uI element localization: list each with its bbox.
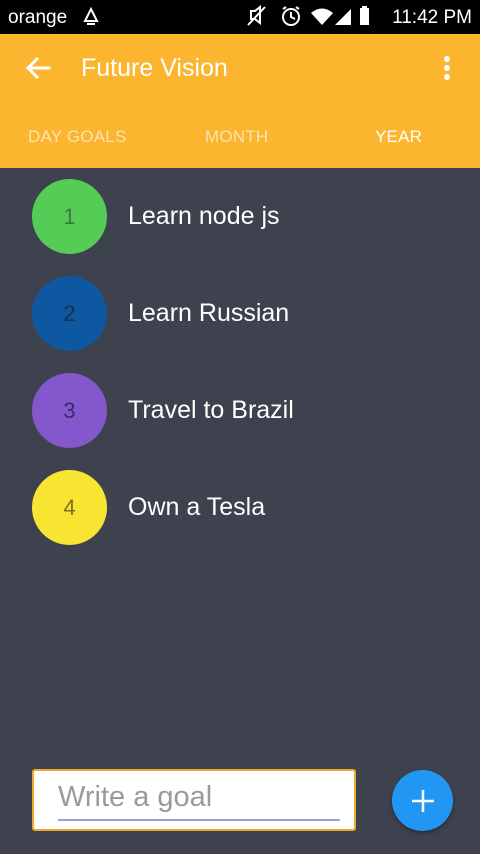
goal-text: Learn node js [128,202,280,230]
wifi-icon [311,8,333,25]
arrow-left-icon [25,56,51,80]
tab-bar: DAY GOALS MONTH YEAR [0,118,480,158]
back-button[interactable] [22,52,54,84]
goal-text: Learn Russian [128,299,290,327]
battery-icon [360,6,369,25]
goal-item-3[interactable]: 3 Travel to Brazil [0,362,480,459]
goal-number-badge: 4 [32,470,107,545]
signal-icon [335,9,351,25]
goal-text: Own a Tesla [128,493,266,521]
goal-number: 2 [63,300,76,326]
goal-input[interactable] [58,779,340,815]
app-bar: Future Vision DAY GOALS MONTH YEAR [0,34,480,168]
add-goal-button[interactable] [392,770,453,831]
tab-year[interactable]: YEAR [375,126,422,148]
status-bar: orange 11:42 PM [0,0,480,34]
goal-item-4[interactable]: 4 Own a Tesla [0,459,480,556]
more-vertical-icon [444,56,450,80]
goal-input-container [32,769,356,831]
goal-item-1[interactable]: 1 Learn node js [0,168,480,265]
goal-number-badge: 2 [32,276,107,351]
status-icons [245,4,380,29]
goal-item-2[interactable]: 2 Learn Russian [0,265,480,362]
status-time: 11:42 PM [392,7,472,28]
tab-month[interactable]: MONTH [205,126,268,148]
plus-icon [411,789,434,812]
mute-icon [247,4,266,26]
carrier-name: orange [8,7,68,28]
goal-number: 3 [63,397,76,423]
goal-number-badge: 1 [32,179,107,254]
goal-number: 1 [63,203,76,229]
carrier-signal-icon [82,6,100,27]
goal-number: 4 [63,494,76,520]
alarm-icon [282,6,300,26]
page-title: Future Vision [81,54,228,82]
goal-text: Travel to Brazil [128,396,294,424]
goal-number-badge: 3 [32,373,107,448]
overflow-menu-button[interactable] [432,52,462,84]
tab-day-goals[interactable]: DAY GOALS [28,126,127,148]
input-underline [58,819,340,821]
